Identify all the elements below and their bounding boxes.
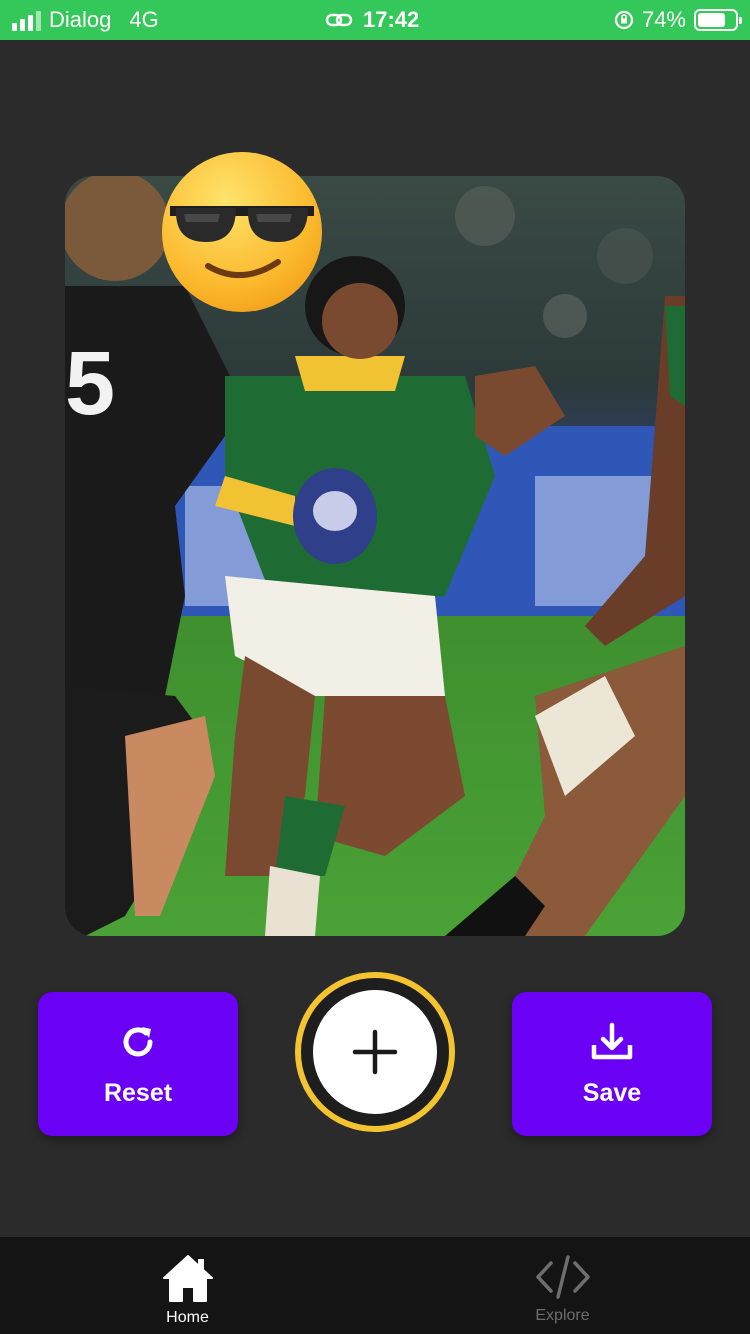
tab-home[interactable]: Home xyxy=(0,1237,375,1334)
sunglasses-emoji-icon[interactable] xyxy=(160,150,324,314)
status-bar: Dialog 4G 17:42 74% xyxy=(0,0,750,40)
carrier-name: Dialog xyxy=(49,7,112,32)
save-button[interactable]: Save xyxy=(512,992,712,1136)
tab-home-label: Home xyxy=(166,1309,209,1326)
add-button[interactable] xyxy=(295,972,455,1132)
svg-text:5: 5 xyxy=(65,334,115,434)
battery-icon xyxy=(694,9,742,31)
tab-explore-label: Explore xyxy=(535,1307,590,1324)
link-icon xyxy=(325,13,353,27)
status-right: 74% xyxy=(614,0,742,40)
signal-strength-icon xyxy=(12,9,41,31)
battery-percentage: 74% xyxy=(641,7,686,32)
add-button-inner xyxy=(313,990,437,1114)
code-icon xyxy=(535,1255,590,1299)
save-button-label: Save xyxy=(582,1078,642,1107)
download-icon xyxy=(591,1022,633,1059)
rugby-photo: 5 xyxy=(65,176,685,936)
tab-explore[interactable]: Explore xyxy=(375,1237,750,1334)
plus-icon xyxy=(352,1029,398,1075)
clock-time: 17:42 xyxy=(363,7,420,32)
status-left: Dialog 4G xyxy=(12,0,159,40)
photo-preview[interactable]: 5 xyxy=(65,176,685,936)
home-icon xyxy=(162,1255,213,1302)
reset-button[interactable]: Reset xyxy=(38,992,238,1136)
status-center: 17:42 xyxy=(325,0,419,40)
reset-button-label: Reset xyxy=(103,1078,173,1107)
network-type: 4G xyxy=(129,7,159,32)
refresh-icon xyxy=(123,1026,153,1056)
rotation-lock-icon xyxy=(614,10,634,30)
bottom-tab-bar: Home Explore xyxy=(0,1237,750,1334)
